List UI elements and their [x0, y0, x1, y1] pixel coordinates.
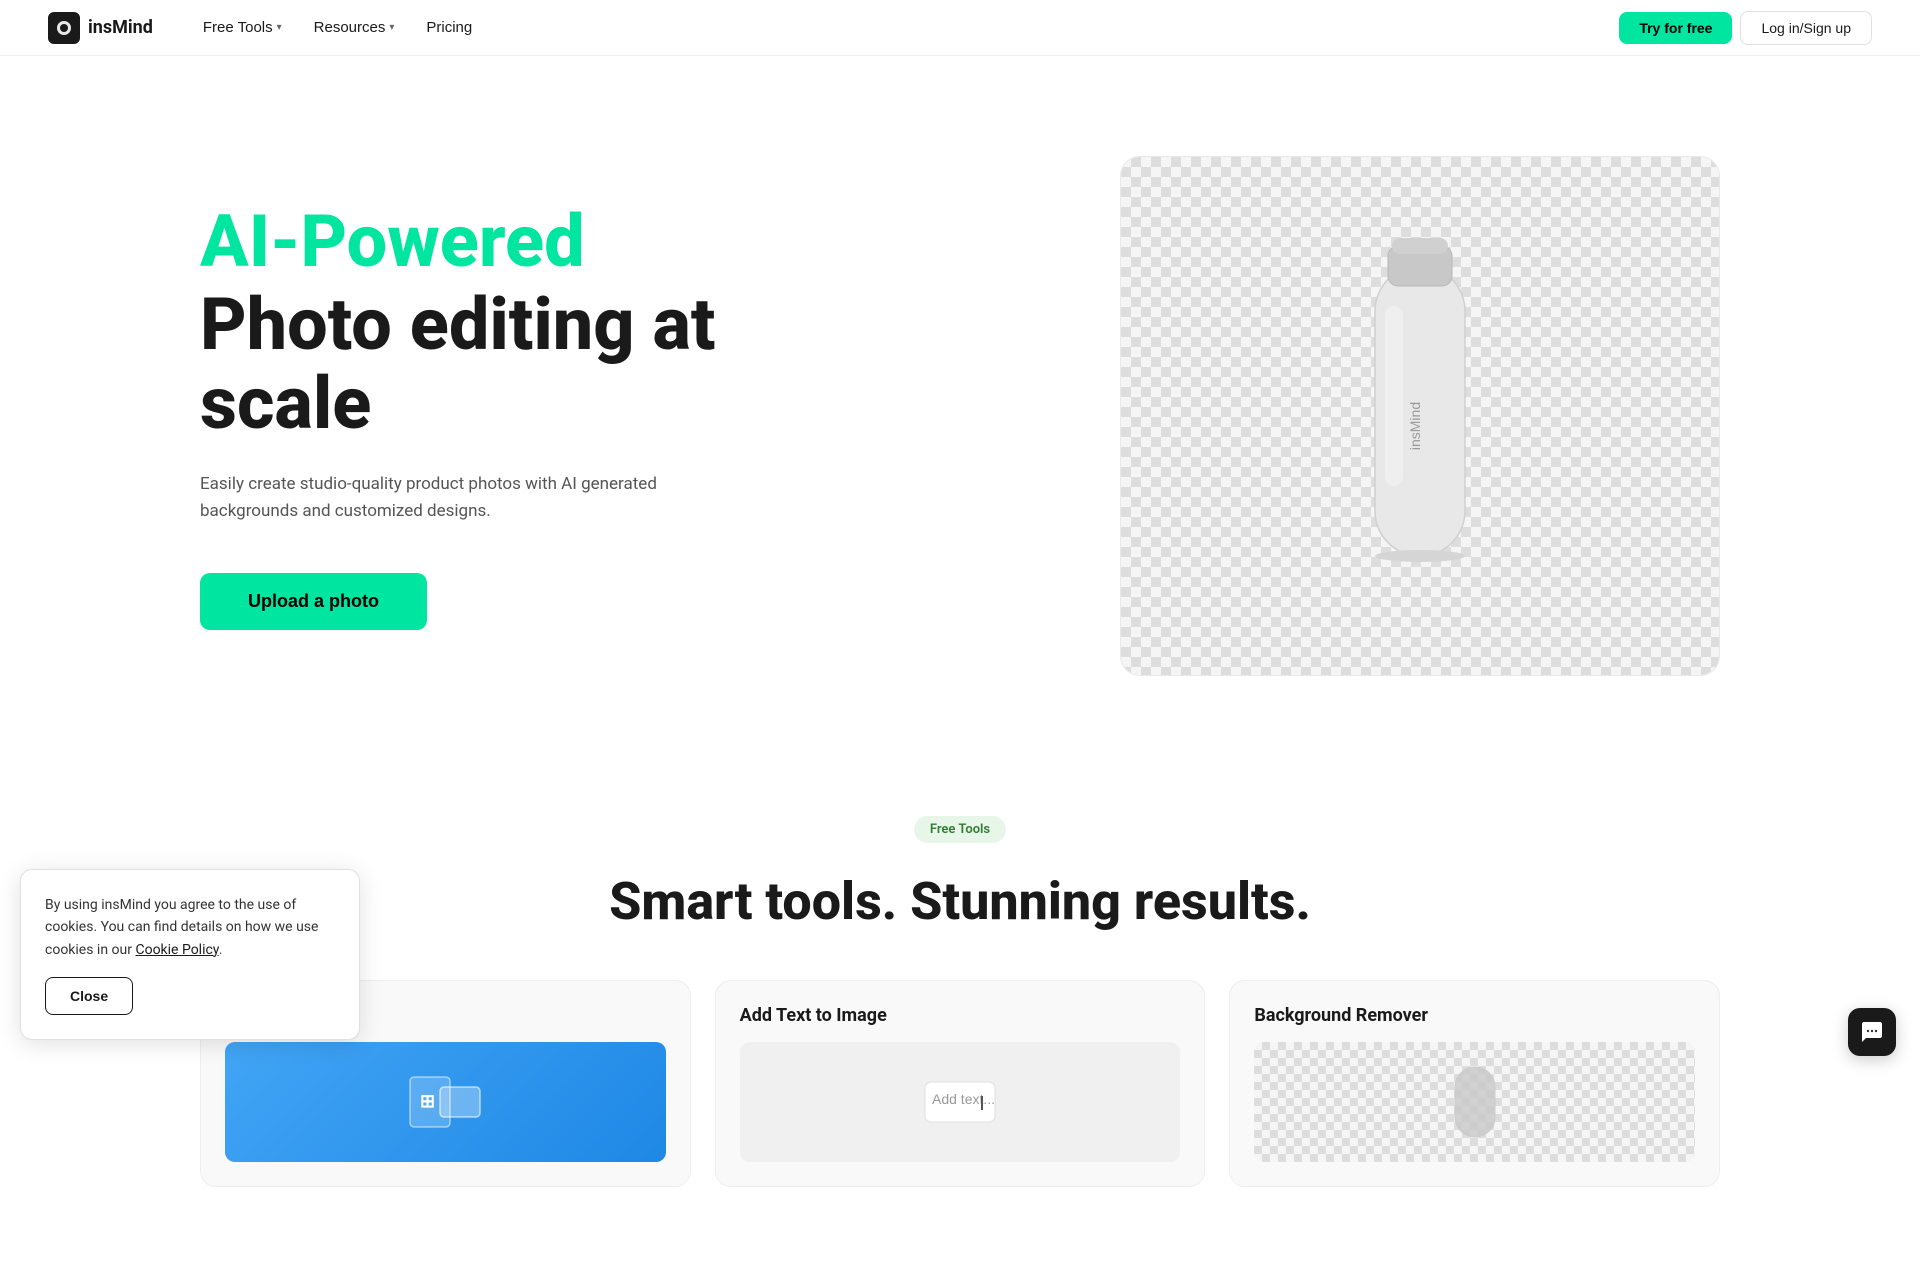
nav-free-tools[interactable]: Free Tools ▾	[189, 11, 296, 44]
cookie-close-button[interactable]: Close	[45, 977, 133, 1015]
tool-card-preview-smart-resize: ⊞	[225, 1042, 666, 1162]
hero-left: AI-Powered Photo editing at scale Easily…	[200, 202, 800, 631]
logo-icon	[48, 12, 80, 44]
tool-card-title-add-text: Add Text to Image	[740, 1005, 1181, 1026]
tool-card-preview-bg-remover	[1254, 1042, 1695, 1162]
logo[interactable]: insMind	[48, 12, 153, 44]
bg-remover-preview-icon	[1445, 1062, 1505, 1142]
navbar-left: insMind Free Tools ▾ Resources ▾ Pricing	[48, 11, 486, 44]
chevron-down-icon: ▾	[277, 22, 282, 33]
hero-title-main: Photo editing at scale	[200, 285, 800, 443]
smart-resize-preview-icon: ⊞	[405, 1072, 485, 1132]
tool-card-add-text: Add Text to Image Add text...	[715, 980, 1206, 1187]
hero-image-area: insMind	[1120, 156, 1720, 676]
tool-card-bg-remover: Background Remover	[1229, 980, 1720, 1187]
chat-icon	[1860, 1020, 1884, 1044]
section-header: Free Tools Smart tools. Stunning results…	[200, 816, 1720, 932]
chat-button[interactable]	[1848, 1008, 1896, 1056]
free-tools-badge: Free Tools	[914, 816, 1006, 843]
hero-section: AI-Powered Photo editing at scale Easily…	[0, 56, 1920, 756]
cookie-banner: By using insMind you agree to the use of…	[20, 869, 360, 1040]
cookie-policy-link[interactable]: Cookie Policy	[135, 942, 218, 958]
svg-text:⊞: ⊞	[420, 1091, 435, 1112]
add-text-preview-icon: Add text...	[920, 1072, 1000, 1132]
hero-product-image-container: insMind	[1121, 157, 1719, 675]
login-signup-button[interactable]: Log in/Sign up	[1740, 11, 1872, 45]
svg-text:insMind: insMind	[1407, 402, 1423, 450]
upload-photo-button[interactable]: Upload a photo	[200, 573, 427, 630]
section-title: Smart tools. Stunning results.	[200, 871, 1720, 932]
svg-text:Add text...: Add text...	[932, 1091, 995, 1107]
hero-title-ai: AI-Powered	[200, 202, 800, 281]
product-tube-image: insMind	[1320, 226, 1520, 606]
navbar-right: Try for free Log in/Sign up	[1619, 11, 1872, 45]
cookie-message: By using insMind you agree to the use of…	[45, 894, 335, 961]
tool-card-title-bg-remover: Background Remover	[1254, 1005, 1695, 1026]
nav-links: Free Tools ▾ Resources ▾ Pricing	[189, 11, 486, 44]
navbar: insMind Free Tools ▾ Resources ▾ Pricing…	[0, 0, 1920, 56]
nav-resources[interactable]: Resources ▾	[300, 11, 409, 44]
hero-subtitle: Easily create studio-quality product pho…	[200, 471, 680, 525]
chevron-down-icon: ▾	[389, 22, 394, 33]
nav-pricing[interactable]: Pricing	[412, 11, 486, 44]
tool-card-preview-add-text: Add text...	[740, 1042, 1181, 1162]
logo-name: insMind	[88, 17, 153, 38]
tools-grid: Smart Resize ⊞ Add Text to Image Add tex…	[200, 980, 1720, 1187]
try-for-free-button[interactable]: Try for free	[1619, 12, 1732, 44]
